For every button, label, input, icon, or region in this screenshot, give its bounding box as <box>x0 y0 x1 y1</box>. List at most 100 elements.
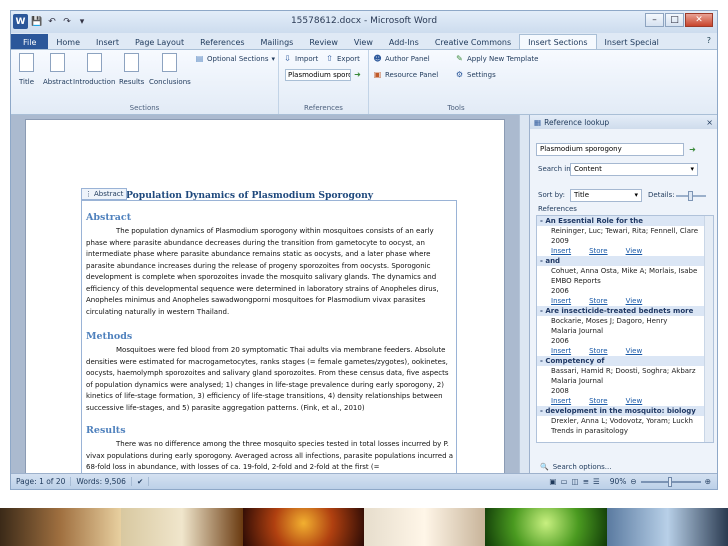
reference-detail: 2006 <box>551 287 569 295</box>
tab-view[interactable]: View <box>346 34 381 50</box>
reference-insert-link[interactable]: Insert <box>551 296 571 306</box>
methods-paragraph[interactable]: Mosquitoes were fed blood from 20 sympto… <box>86 345 454 414</box>
reference-detail: Cohuet, Anna Ostа, Mike A; Morlais, Isab… <box>551 267 698 275</box>
section-abstract-button[interactable]: Abstract <box>43 53 72 86</box>
details-slider[interactable] <box>676 191 706 201</box>
results-paragraph[interactable]: There was no difference among the three … <box>86 439 454 474</box>
reference-store-link[interactable]: Store <box>589 346 608 356</box>
tab-review[interactable]: Review <box>301 34 346 50</box>
reference-view-link[interactable]: View <box>626 296 643 306</box>
reference-item[interactable]: - Competency of Bassari, Hamid R; Doosti,… <box>537 356 713 406</box>
reference-insert-link[interactable]: Insert <box>551 246 571 256</box>
tab-creative-commons[interactable]: Creative Commons <box>427 34 519 50</box>
reference-insert-link[interactable]: Insert <box>551 396 571 406</box>
draft-icon[interactable]: ☰ <box>593 477 600 486</box>
tab-add-ins[interactable]: Add-Ins <box>381 34 427 50</box>
tab-page-layout[interactable]: Page Layout <box>127 34 192 50</box>
help-icon[interactable]: ? <box>707 36 711 45</box>
reference-store-link[interactable]: Store <box>589 296 608 306</box>
reference-item[interactable]: - and Cohuet, Anna Ostа, Mike A; Morlais,… <box>537 256 713 306</box>
reference-detail: 2008 <box>551 387 569 395</box>
reference-title[interactable]: - Competency of <box>537 356 713 366</box>
zoom-slider[interactable] <box>640 476 701 487</box>
slider-thumb[interactable] <box>688 191 693 201</box>
author-panel-button[interactable]: ☻ Author Panel <box>373 54 429 63</box>
reference-insert-link[interactable]: Insert <box>551 346 571 356</box>
proofing-icon[interactable]: ✔ <box>132 477 150 486</box>
web-layout-icon[interactable]: ◫ <box>572 477 579 486</box>
optional-sections-button[interactable]: ▤ Optional Sections ▾ <box>195 54 275 63</box>
sort-by-select[interactable]: Title ▾ <box>570 189 642 202</box>
close-button[interactable]: ✕ <box>685 13 713 27</box>
tab-file[interactable]: File <box>11 34 49 50</box>
methods-heading[interactable]: Methods <box>86 331 132 342</box>
zoom-level[interactable]: 90% <box>610 477 627 486</box>
apply-template-button[interactable]: ✎ Apply New Template <box>455 54 538 63</box>
panel-close-icon[interactable]: × <box>706 118 713 127</box>
tab-insert-sections[interactable]: Insert Sections <box>519 34 597 50</box>
zoom-in-icon[interactable]: ⊕ <box>705 477 711 486</box>
export-button[interactable]: ⇧ Export <box>325 54 360 63</box>
reference-actions: Insert Store View <box>537 346 713 356</box>
section-conclusions-button[interactable]: Conclusions <box>149 53 191 86</box>
section-title-button[interactable]: Title <box>19 53 34 86</box>
reference-store-link[interactable]: Store <box>589 246 608 256</box>
abstract-paragraph[interactable]: The population dynamics of Plasmodium sp… <box>86 226 454 318</box>
apply-template-label: Apply New Template <box>467 54 539 63</box>
resource-panel-button[interactable]: ▣ Resource Panel <box>373 70 439 79</box>
search-go-icon[interactable]: ➜ <box>688 145 697 154</box>
ribbon-tabs: File Home Insert Page Layout References Maili… <box>11 33 717 50</box>
panel-title: Reference lookup <box>544 117 610 127</box>
reference-item[interactable]: - Are insecticide-treated bednets more Bo… <box>537 306 713 356</box>
resource-panel-label: Resource Panel <box>385 70 439 79</box>
reference-view-link[interactable]: View <box>626 396 643 406</box>
vertical-scrollbar[interactable] <box>519 115 529 473</box>
maximize-button[interactable]: □ <box>665 13 684 27</box>
abstract-section-tag[interactable]: ⋮ Abstract <box>81 188 128 200</box>
reference-search-input[interactable]: Plasmodium sporo <box>285 69 351 81</box>
reference-detail: Trends in parasitology <box>551 427 628 435</box>
reference-title[interactable]: - development in the mosquito: biology <box>537 406 713 416</box>
outline-icon[interactable]: ≡ <box>583 477 589 486</box>
document-page[interactable]: ⋮ Abstract Population Dynamics of Plasmo… <box>25 119 505 489</box>
tab-insert-special[interactable]: Insert Special <box>597 34 667 50</box>
sections-group: Title Abstract Introduction Results Conclusi… <box>11 50 279 114</box>
full-screen-icon[interactable]: ▭ <box>561 477 568 486</box>
reference-query-input[interactable]: Plasmodium sporogony <box>536 143 684 156</box>
search-options-link[interactable]: 🔍 Search options... <box>540 463 611 471</box>
reference-item[interactable]: - An Essential Role for the Reininger, Lu… <box>537 216 713 256</box>
tab-home[interactable]: Home <box>48 34 88 50</box>
tab-mailings[interactable]: Mailings <box>253 34 302 50</box>
word-window: W 💾 ↶ ↷ ▾ 15578612.docx - Microsoft Word… <box>10 10 718 490</box>
page-count[interactable]: Page: 1 of 20 <box>11 477 72 486</box>
tab-references[interactable]: References <box>192 34 252 50</box>
results-heading[interactable]: Results <box>86 425 126 436</box>
print-layout-icon[interactable]: ▣ <box>549 477 556 486</box>
abstract-heading[interactable]: Abstract <box>86 212 131 223</box>
reference-actions: Insert Store View <box>537 296 713 306</box>
import-button[interactable]: ⇩ Import <box>283 54 318 63</box>
reference-title[interactable]: - An Essential Role for the <box>537 216 713 226</box>
reference-title[interactable]: - and <box>537 256 713 266</box>
section-results-button[interactable]: Results <box>119 53 144 86</box>
minimize-button[interactable]: – <box>645 13 664 27</box>
reference-view-link[interactable]: View <box>626 346 643 356</box>
author-icon: ☻ <box>373 54 382 63</box>
document-title[interactable]: Population Dynamics of Plasmodium Sporog… <box>126 190 373 201</box>
zoom-out-icon[interactable]: ⊖ <box>630 477 636 486</box>
word-count[interactable]: Words: 9,506 <box>71 477 132 486</box>
search-in-select[interactable]: Content ▾ <box>570 163 698 176</box>
reference-view-link[interactable]: View <box>626 246 643 256</box>
details-label: Details: <box>648 191 675 199</box>
template-icon: ✎ <box>456 54 463 63</box>
section-button-label: Conclusions <box>149 78 191 86</box>
reference-title[interactable]: - Are insecticide-treated bednets more <box>537 306 713 316</box>
search-icon: 🔍 <box>540 463 549 471</box>
section-introduction-button[interactable]: Introduction <box>73 53 115 86</box>
settings-button[interactable]: ⚙ Settings <box>455 70 496 79</box>
references-scrollbar[interactable] <box>704 216 713 442</box>
tab-insert[interactable]: Insert <box>88 34 127 50</box>
reference-item[interactable]: - development in the mosquito: biology Dr… <box>537 406 713 436</box>
search-go-icon[interactable]: ➜ <box>353 70 362 79</box>
reference-store-link[interactable]: Store <box>589 396 608 406</box>
